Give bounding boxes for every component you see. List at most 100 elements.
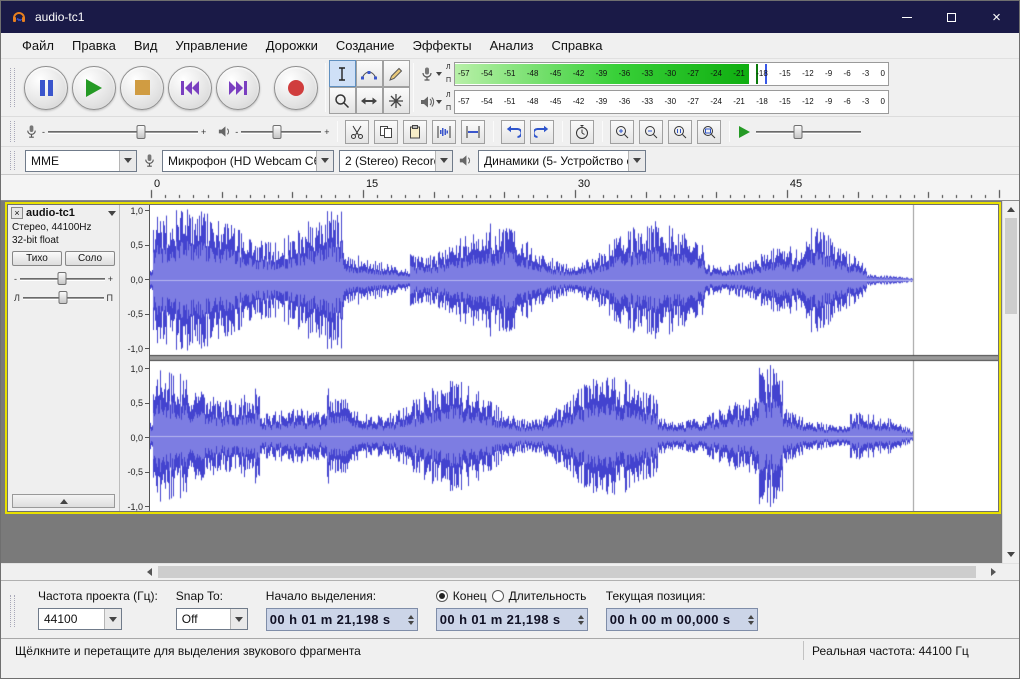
- end-radio[interactable]: [436, 590, 448, 602]
- track-close-button[interactable]: ×: [11, 207, 23, 219]
- menu-item[interactable]: Справка: [542, 34, 611, 57]
- project-rate-combo[interactable]: 44100: [38, 608, 122, 630]
- record-button[interactable]: [274, 66, 318, 110]
- copy-button[interactable]: [374, 120, 398, 144]
- vertical-scrollbar-thumb[interactable]: [1005, 218, 1017, 314]
- current-position-field[interactable]: 00 h 00 m 00,000 s: [606, 608, 758, 631]
- recording-meter-icon-button[interactable]: [419, 66, 442, 82]
- undo-button[interactable]: [501, 120, 525, 144]
- redo-button[interactable]: [530, 120, 554, 144]
- selection-end-field[interactable]: 00 h 01 m 21,198 s: [436, 608, 588, 631]
- track-collapse-button[interactable]: [12, 494, 115, 508]
- length-radio[interactable]: [492, 590, 504, 602]
- title-bar[interactable]: audio-tc1 ×: [1, 1, 1019, 33]
- time-spinner[interactable]: [408, 615, 414, 625]
- vertical-scrollbar[interactable]: [1002, 201, 1019, 563]
- zoom-out-button[interactable]: [639, 120, 663, 144]
- output-device-combo[interactable]: Динамики (5- Устройство с п: [478, 150, 646, 172]
- gain-thumb[interactable]: [58, 272, 67, 285]
- pan-thumb[interactable]: [59, 291, 68, 304]
- timeline-ruler[interactable]: 0 15 30 45: [1, 175, 1019, 201]
- mic-volume-thumb[interactable]: [137, 125, 146, 139]
- track-title[interactable]: audio-tc1: [26, 207, 105, 219]
- zoom-tool-button[interactable]: [329, 87, 356, 114]
- snap-to-combo[interactable]: Off: [176, 608, 248, 630]
- time-spinner[interactable]: [578, 615, 584, 625]
- selection-start-field[interactable]: 00 h 01 m 21,198 s: [266, 608, 418, 631]
- toolbar-grip[interactable]: [10, 151, 15, 170]
- horizontal-scrollbar-thumb[interactable]: [158, 566, 976, 578]
- vruler-label: 0,5: [130, 398, 143, 408]
- mute-button[interactable]: Тихо: [12, 251, 62, 266]
- meter-scale-number: -39: [596, 70, 608, 78]
- scroll-down-button[interactable]: [1003, 546, 1019, 563]
- scroll-left-button[interactable]: [141, 564, 158, 580]
- dropdown-arrow-icon: [436, 100, 442, 104]
- maximize-icon: [947, 13, 956, 22]
- play-at-speed-button[interactable]: [739, 126, 750, 138]
- menu-item[interactable]: Эффекты: [403, 34, 480, 57]
- fit-selection-button[interactable]: [668, 120, 692, 144]
- meter-scale-number: -21: [733, 70, 745, 78]
- minimize-button[interactable]: [884, 1, 929, 33]
- menu-item[interactable]: Дорожки: [257, 34, 327, 57]
- paste-button[interactable]: [403, 120, 427, 144]
- left-channel-label: Л: [446, 64, 451, 71]
- host-combo[interactable]: MME: [25, 150, 137, 172]
- track-control-panel[interactable]: × audio-tc1 Стерео, 44100Hz 32-bit float…: [8, 205, 120, 511]
- project-rate-value: 44100: [39, 612, 104, 626]
- sync-lock-button[interactable]: [570, 120, 594, 144]
- play-button[interactable]: [72, 66, 116, 110]
- menu-item[interactable]: Анализ: [481, 34, 543, 57]
- track-menu-arrow-icon[interactable]: [108, 211, 116, 216]
- toolbar-row-1: Л П -57-54-51-48-45-42-39-36-33-30-27-24…: [1, 59, 1019, 117]
- zoom-in-button[interactable]: [610, 120, 634, 144]
- time-spinner[interactable]: [748, 615, 754, 625]
- menu-item[interactable]: Вид: [125, 34, 167, 57]
- right-channel-label: П: [446, 105, 451, 112]
- output-volume-slider[interactable]: [241, 123, 321, 141]
- play-speed-thumb[interactable]: [793, 125, 802, 139]
- horizontal-scrollbar[interactable]: [141, 564, 1002, 580]
- menu-item[interactable]: Файл: [13, 34, 63, 57]
- scroll-up-button[interactable]: [1003, 201, 1019, 218]
- close-button[interactable]: ×: [974, 1, 1019, 33]
- menu-item[interactable]: Управление: [166, 34, 256, 57]
- skip-to-start-button[interactable]: [168, 66, 212, 110]
- mic-volume-slider[interactable]: [48, 123, 198, 141]
- scroll-right-button[interactable]: [985, 564, 1002, 580]
- play-speed-slider[interactable]: [756, 123, 861, 141]
- output-volume-thumb[interactable]: [273, 125, 282, 139]
- envelope-tool-button[interactable]: [356, 60, 383, 87]
- fit-project-button[interactable]: [697, 120, 721, 144]
- meter-scale-number: -57: [458, 98, 470, 106]
- toolbar-grip[interactable]: [10, 595, 15, 627]
- menu-item[interactable]: Создание: [327, 34, 404, 57]
- gain-slider[interactable]: [20, 271, 105, 287]
- meter-scale-number: -54: [481, 70, 493, 78]
- cut-button[interactable]: [345, 120, 369, 144]
- waveform-area[interactable]: [150, 205, 998, 511]
- draw-tool-button[interactable]: [383, 60, 410, 87]
- playback-meter-icon-button[interactable]: [419, 94, 442, 110]
- waveform-canvas[interactable]: [150, 205, 998, 511]
- silence-audio-button[interactable]: [461, 120, 485, 144]
- end-radio-label[interactable]: Конец: [453, 589, 487, 603]
- menu-item[interactable]: Правка: [63, 34, 125, 57]
- maximize-button[interactable]: [929, 1, 974, 33]
- length-radio-label[interactable]: Длительность: [509, 589, 587, 603]
- stop-button[interactable]: [120, 66, 164, 110]
- pan-slider[interactable]: [23, 290, 104, 306]
- input-device-combo[interactable]: Микрофон (HD Webcam C615: [162, 150, 334, 172]
- timeshift-tool-button[interactable]: [356, 87, 383, 114]
- toolbar-grip[interactable]: [10, 68, 15, 108]
- vertical-ruler[interactable]: 1,00,50,0-0,5-1,0 1,00,50,0-0,5-1,0: [120, 205, 150, 511]
- trim-audio-button[interactable]: [432, 120, 456, 144]
- input-channels-combo[interactable]: 2 (Stereo) Record...: [339, 150, 453, 172]
- solo-button[interactable]: Соло: [65, 251, 115, 266]
- multi-tool-button[interactable]: [383, 87, 410, 114]
- pause-button[interactable]: [24, 66, 68, 110]
- selection-tool-button[interactable]: [329, 60, 356, 87]
- toolbar-grip[interactable]: [10, 121, 15, 141]
- skip-to-end-button[interactable]: [216, 66, 260, 110]
